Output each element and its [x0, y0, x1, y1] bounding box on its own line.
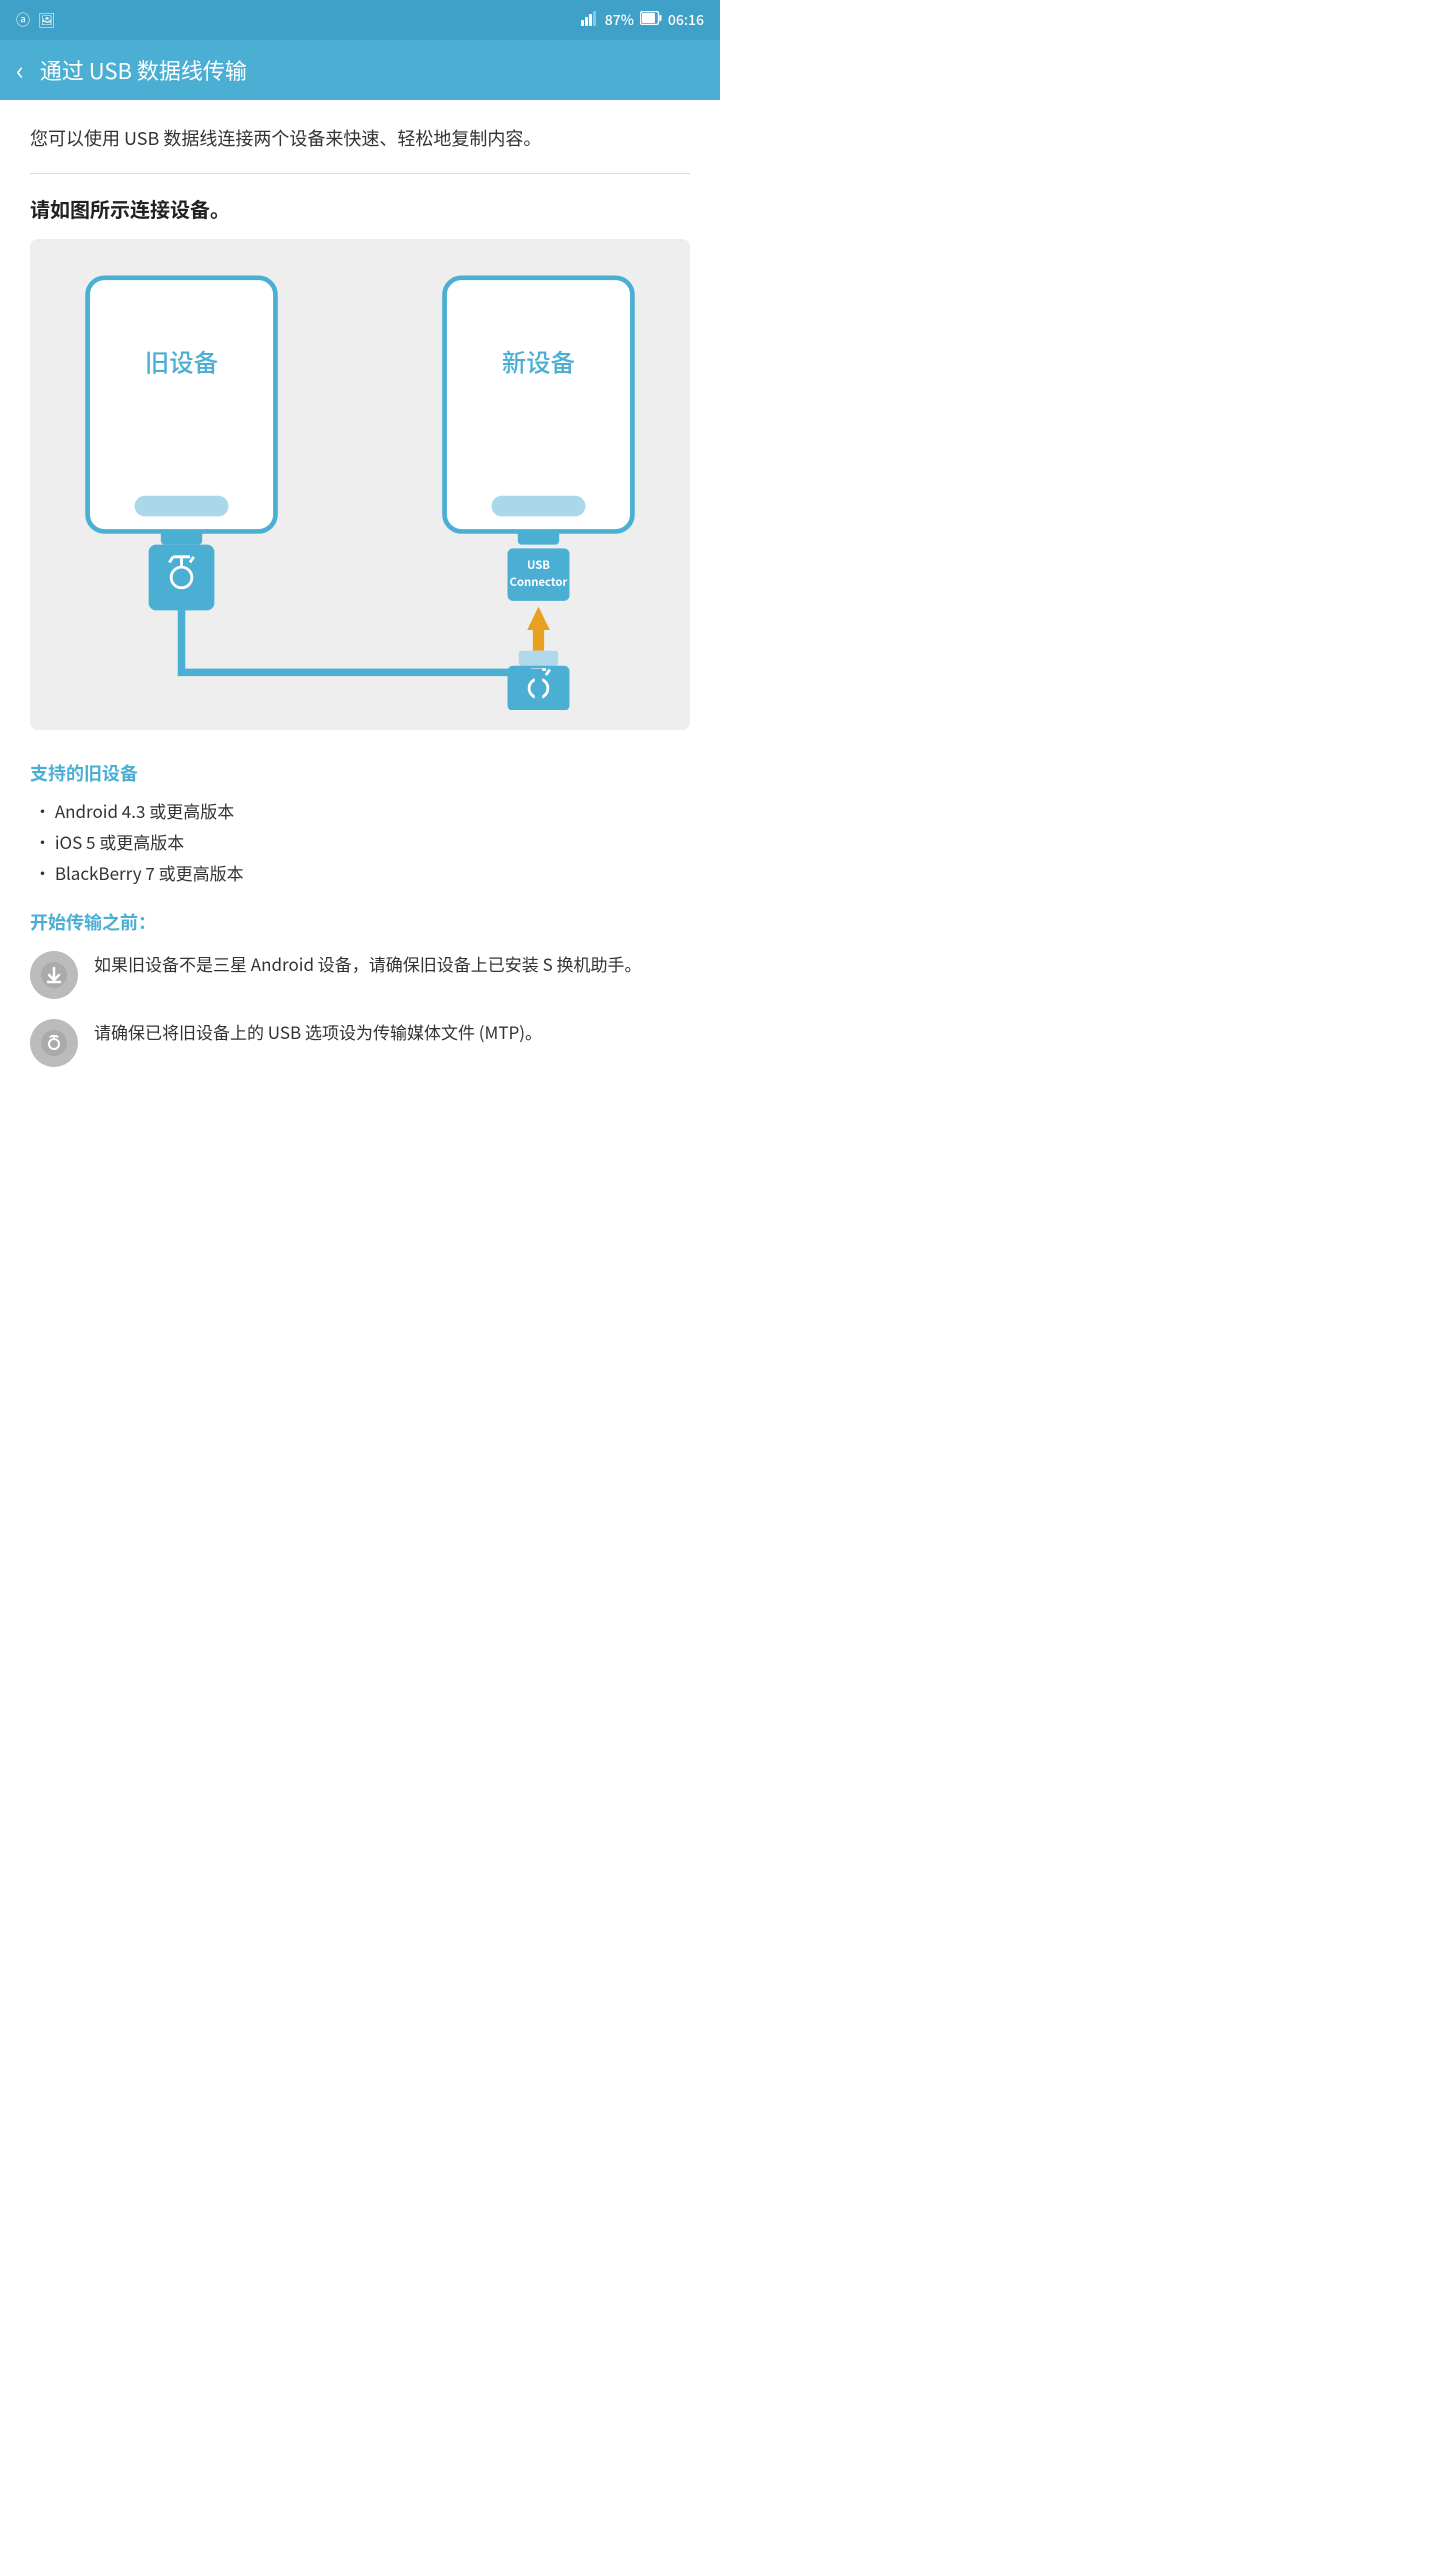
- before-transfer-title: 开始传输之前：: [30, 909, 690, 935]
- image-icon: 🖼: [38, 10, 56, 30]
- download-icon: [30, 951, 78, 999]
- connection-diagram: 旧设备 新设备 USB Connector: [30, 239, 690, 730]
- content-area: 您可以使用 USB 数据线连接两个设备来快速、轻松地复制内容。 请如图所示连接设…: [0, 100, 720, 1117]
- before-transfer-text-2: 请确保已将旧设备上的 USB 选项设为传输媒体文件 (MTP)。: [94, 1019, 690, 1045]
- svg-text:旧设备: 旧设备: [145, 345, 218, 380]
- list-item: Android 4.3 或更高版本: [30, 798, 690, 823]
- clock: 06:16: [668, 10, 704, 30]
- usb-icon: [30, 1019, 78, 1067]
- supported-devices-list: Android 4.3 或更高版本 iOS 5 或更高版本 BlackBerry…: [30, 798, 690, 885]
- status-bar: ⓐ 🖼 87% 06:16: [0, 0, 720, 40]
- toolbar: ‹ 通过 USB 数据线传输: [0, 40, 720, 100]
- list-item: iOS 5 或更高版本: [30, 829, 690, 854]
- page-title: 通过 USB 数据线传输: [40, 54, 247, 86]
- status-bar-left: ⓐ 🖼: [16, 10, 56, 30]
- diagram-svg: 旧设备 新设备 USB Connector: [50, 259, 670, 710]
- svg-text:Connector: Connector: [510, 574, 568, 590]
- intro-text: 您可以使用 USB 数据线连接两个设备来快速、轻松地复制内容。: [30, 124, 690, 153]
- svg-text:USB: USB: [527, 557, 550, 573]
- back-button[interactable]: ‹: [16, 57, 24, 83]
- divider: [30, 173, 690, 174]
- before-transfer-item-2: 请确保已将旧设备上的 USB 选项设为传输媒体文件 (MTP)。: [30, 1019, 690, 1067]
- status-right: 87% 06:16: [581, 10, 704, 31]
- svg-text:新设备: 新设备: [502, 345, 575, 380]
- signal-icon: [581, 10, 599, 31]
- list-item: BlackBerry 7 或更高版本: [30, 860, 690, 885]
- before-transfer-item-1: 如果旧设备不是三星 Android 设备，请确保旧设备上已安装 S 换机助手。: [30, 951, 690, 999]
- battery-icon: [640, 10, 662, 30]
- supported-title: 支持的旧设备: [30, 760, 690, 786]
- battery-percentage: 87%: [605, 10, 634, 30]
- connection-section-title: 请如图所示连接设备。: [30, 194, 690, 223]
- notification-a-icon: ⓐ: [16, 10, 30, 30]
- before-transfer-text-1: 如果旧设备不是三星 Android 设备，请确保旧设备上已安装 S 换机助手。: [94, 951, 690, 977]
